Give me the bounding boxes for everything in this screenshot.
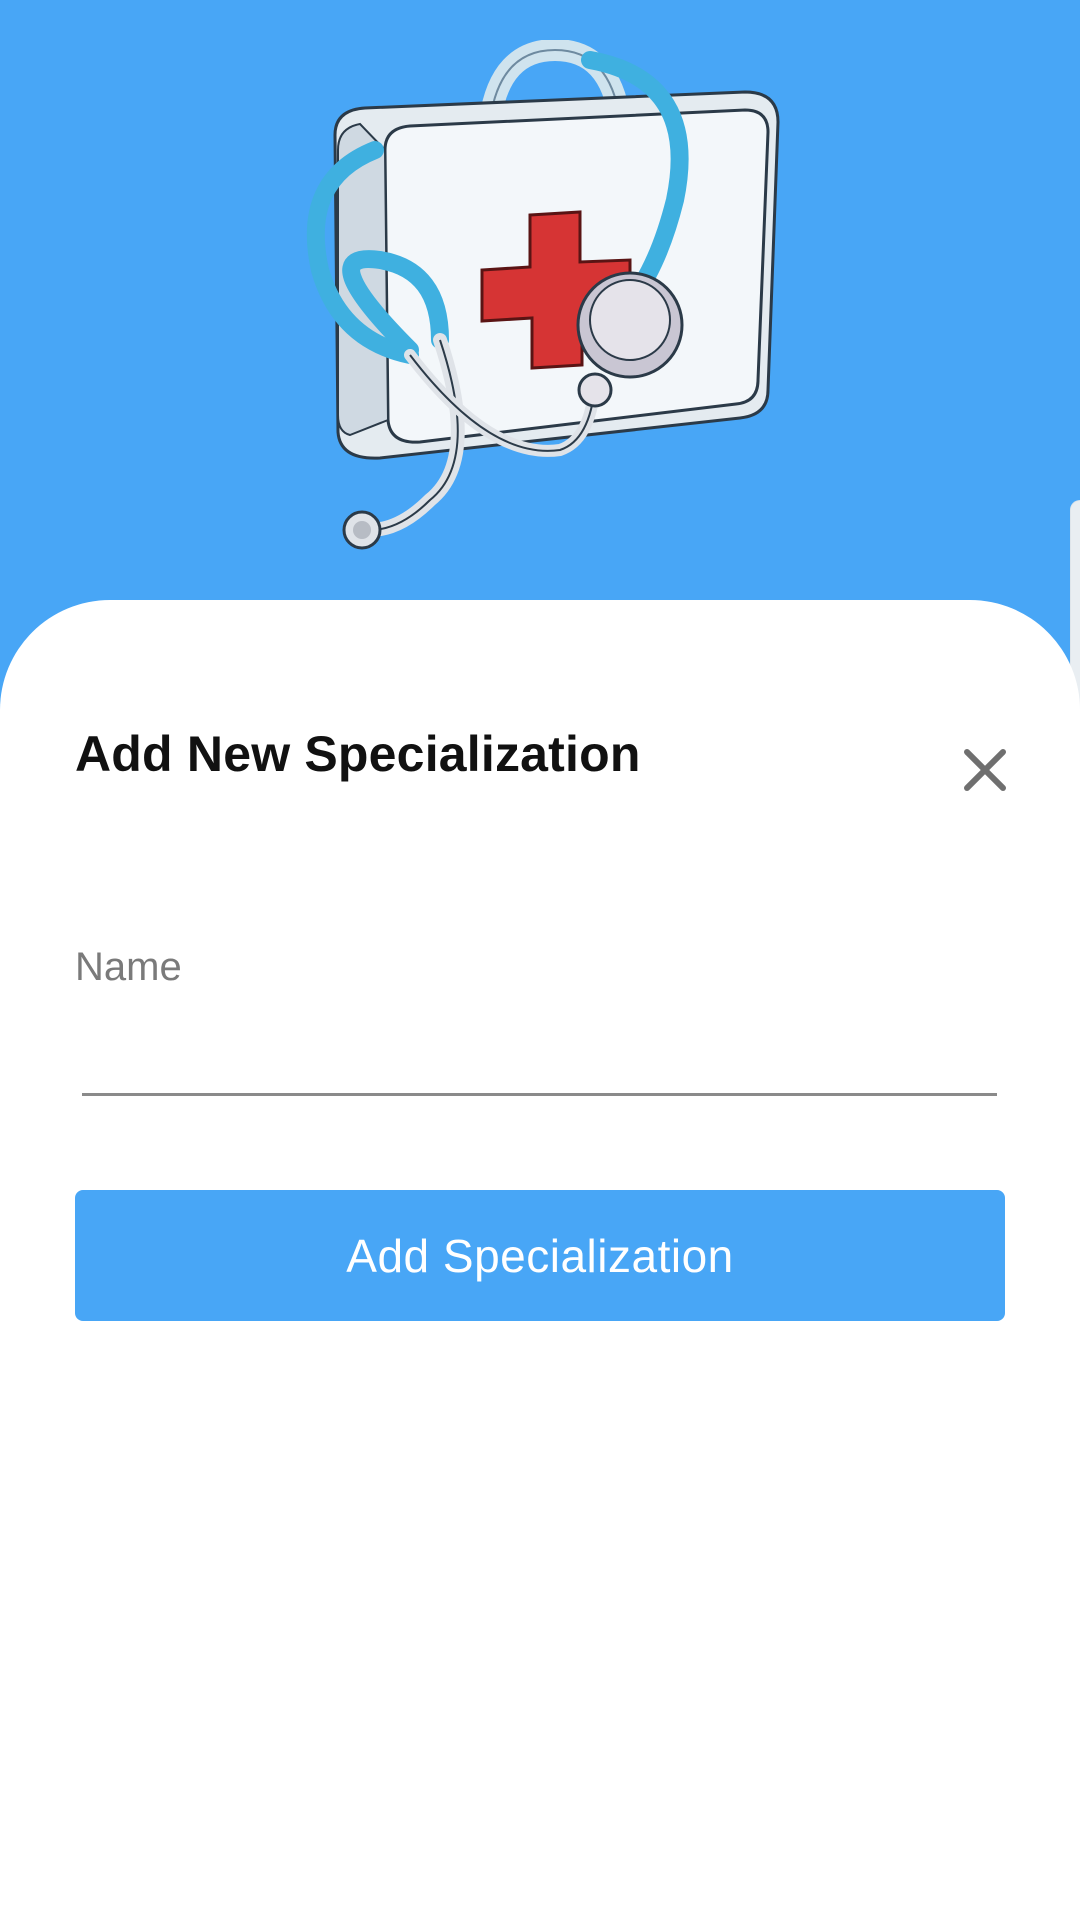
- add-specialization-button[interactable]: Add Specialization: [75, 1190, 1005, 1321]
- name-field-label: Name: [75, 945, 182, 989]
- close-icon: [964, 749, 1006, 791]
- add-specialization-sheet: Add New Specialization Name Add Speciali…: [0, 600, 1080, 1920]
- name-input[interactable]: [82, 1000, 997, 1096]
- app-screen: Add New Specialization Name Add Speciali…: [0, 0, 1080, 1920]
- sheet-title: Add New Specialization: [75, 726, 641, 782]
- close-button[interactable]: [955, 740, 1015, 800]
- medical-kit-stethoscope-icon: [306, 40, 780, 550]
- header-banner: [0, 0, 1080, 600]
